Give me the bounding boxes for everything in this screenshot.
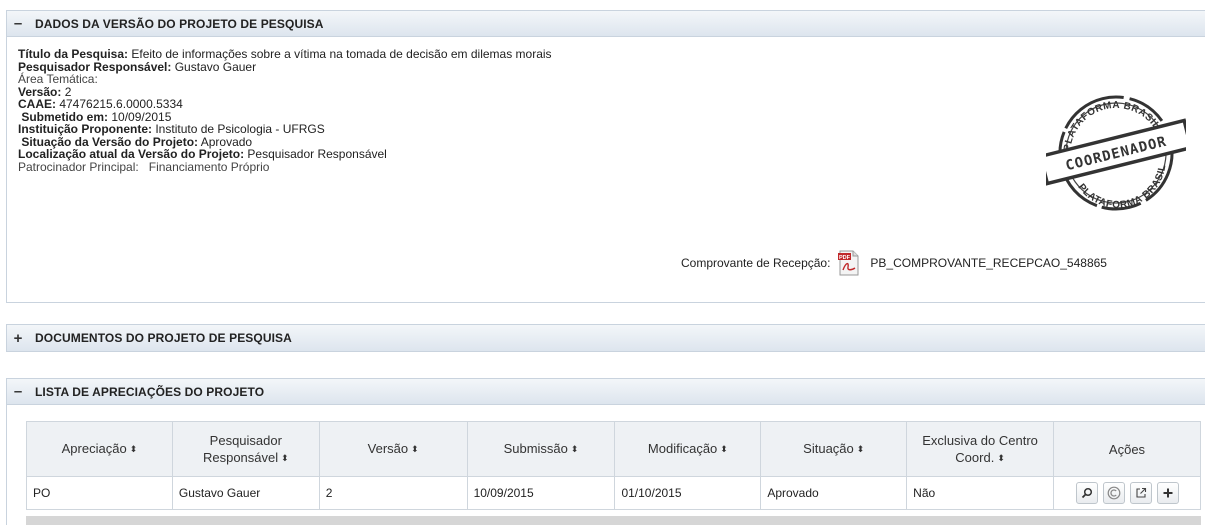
col-versao[interactable]: Versão ⬍ (318, 421, 468, 477)
cell-versao: 2 (318, 476, 468, 510)
area-row: Área Temática: (18, 73, 552, 86)
sort-icon[interactable]: ⬍ (997, 453, 1005, 463)
coordenador-stamp-icon: PLATAFORMA BRASIL PLATAFORMA BRASIL COOR… (1046, 89, 1186, 218)
cell-apreciacao: PO (26, 476, 173, 510)
sort-icon[interactable]: ⬍ (720, 444, 728, 454)
copyright-icon (1107, 486, 1120, 500)
col-exclusiva[interactable]: Exclusiva do Centro Coord. ⬍ (906, 421, 1054, 477)
panel-documentos-header[interactable]: + DOCUMENTOS DO PROJETO DE PESQUISA (7, 325, 1205, 351)
comprovante-label: Comprovante de Recepção: (681, 256, 831, 270)
copyright-button[interactable] (1102, 482, 1125, 504)
cell-acoes (1053, 476, 1201, 510)
col-label: Exclusiva do Centro Coord. (922, 432, 1038, 465)
cell-situacao: Aprovado (760, 476, 908, 510)
col-apreciacao[interactable]: Apreciação ⬍ (26, 421, 173, 477)
panel-lista-header[interactable]: – LISTA DE APRECIAÇÕES DO PROJETO (7, 379, 1205, 405)
col-label: Ações (1108, 441, 1146, 457)
panel-dados-header[interactable]: – DADOS DA VERSÃO DO PROJETO DE PESQUISA (7, 11, 1205, 37)
cell-submissao: 10/09/2015 (466, 476, 616, 510)
plus-icon (1163, 488, 1172, 498)
pesquisador-row: Pesquisador Responsável: Gustavo Gauer (18, 59, 552, 74)
col-acoes: Ações (1053, 421, 1201, 477)
pdf-icon[interactable]: PDF (838, 250, 860, 276)
sort-icon[interactable]: ⬍ (571, 444, 579, 454)
project-info: Título da Pesquisa: Efeito de informaçõe… (18, 48, 552, 173)
cell-pesquisador: Gustavo Gauer (171, 476, 320, 510)
expand-toggle[interactable]: + (9, 329, 27, 347)
panel-dados-title: DADOS DA VERSÃO DO PROJETO DE PESQUISA (35, 16, 324, 31)
patrocinador-label: Patrocinador Principal: (18, 159, 139, 174)
sort-icon[interactable]: ⬍ (411, 444, 419, 454)
col-label: Versão (367, 441, 409, 456)
sort-icon[interactable]: ⬍ (130, 444, 138, 454)
col-label: Submissão (503, 441, 568, 456)
comprovante-filename[interactable]: PB_COMPROVANTE_RECEPCAO_548865 (870, 256, 1107, 270)
patrocinador-value: Financiamento Próprio (138, 159, 270, 174)
pesquisador-value: Gustavo Gauer (171, 59, 257, 74)
panel-documentos: + DOCUMENTOS DO PROJETO DE PESQUISA (6, 324, 1205, 352)
collapse-toggle[interactable]: – (9, 383, 27, 401)
table-row: PO Gustavo Gauer 2 10/09/2015 01/10/2015… (26, 476, 1201, 510)
col-label: Situação (803, 441, 854, 456)
col-label: Modificação (647, 441, 718, 456)
search-icon (1081, 487, 1092, 499)
action-buttons (1060, 482, 1194, 504)
open-external-button[interactable] (1129, 482, 1152, 504)
pdf-badge-text: PDF (839, 255, 851, 261)
panel-documentos-title: DOCUMENTOS DO PROJETO DE PESQUISA (35, 331, 292, 345)
col-submissao[interactable]: Submissão ⬍ (466, 421, 616, 477)
panel-lista-title: LISTA DE APRECIAÇÕES DO PROJETO (35, 384, 265, 399)
col-label: Apreciação (61, 441, 127, 456)
collapse-toggle[interactable]: – (9, 15, 27, 33)
add-button[interactable] (1156, 482, 1179, 504)
table-header-row: Apreciação ⬍ Pesquisador Responsável ⬍ Ver… (26, 421, 1201, 477)
col-pesquisador[interactable]: Pesquisador Responsável ⬍ (171, 421, 320, 477)
col-situacao[interactable]: Situação ⬍ (760, 421, 908, 477)
sort-icon[interactable]: ⬍ (857, 444, 865, 454)
external-link-icon (1135, 487, 1146, 498)
view-button[interactable] (1075, 482, 1098, 504)
table-row-placeholder (26, 516, 1201, 525)
apreciacoes-table: Apreciação ⬍ Pesquisador Responsável ⬍ Ver… (26, 421, 1201, 510)
cell-exclusiva: Não (906, 476, 1054, 510)
col-label: Pesquisador Responsável (202, 432, 282, 465)
patrocinador-row: Patrocinador Principal: Financiamento Pr… (18, 159, 552, 174)
sort-icon[interactable]: ⬍ (281, 453, 289, 463)
cell-modificacao: 01/10/2015 (614, 476, 762, 510)
comprovante-recepcao: Comprovante de Recepção: PDF PB_COMPROVA… (681, 250, 1107, 276)
col-modificacao[interactable]: Modificação ⬍ (614, 421, 762, 477)
